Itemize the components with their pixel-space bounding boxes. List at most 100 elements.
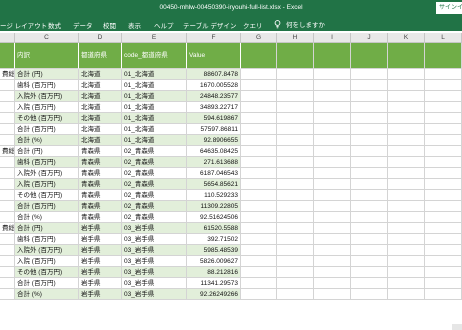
cell-b[interactable] (0, 201, 15, 212)
header-cell-value[interactable]: Value (187, 43, 241, 69)
cell-b[interactable] (0, 113, 15, 124)
cell-f[interactable]: 5826.009627 (187, 256, 241, 267)
empty-cell[interactable] (314, 135, 351, 146)
empty-cell[interactable] (314, 69, 351, 80)
empty-cell[interactable] (241, 168, 277, 179)
cell-e[interactable]: 02_青森県 (122, 212, 187, 223)
empty-cell[interactable] (277, 146, 314, 157)
empty-cell[interactable] (351, 190, 388, 201)
cell-e[interactable]: 02_青森県 (122, 146, 187, 157)
tab-formulas[interactable]: 数式 (48, 20, 61, 30)
empty-cell[interactable] (388, 201, 425, 212)
cell-c[interactable]: 入院 (百万円) (15, 179, 79, 190)
cell-c[interactable]: 歯科 (百万円) (15, 157, 79, 168)
tab-table-design[interactable]: テーブル デザイン (183, 20, 236, 30)
cell-e[interactable]: 02_青森県 (122, 190, 187, 201)
empty-cell[interactable] (388, 168, 425, 179)
cell-d[interactable]: 青森県 (79, 168, 122, 179)
empty-cell[interactable] (314, 146, 351, 157)
cell-e[interactable]: 01_北海道 (122, 91, 187, 102)
empty-cell[interactable] (425, 267, 462, 278)
empty-cell[interactable] (388, 179, 425, 190)
cell-b[interactable] (0, 212, 15, 223)
empty-cell[interactable] (241, 102, 277, 113)
empty-cell[interactable] (425, 157, 462, 168)
empty-cell[interactable] (314, 168, 351, 179)
empty-cell[interactable] (425, 278, 462, 289)
empty-cell[interactable] (277, 69, 314, 80)
cell-f[interactable]: 5985.48539 (187, 245, 241, 256)
empty-cell[interactable] (425, 91, 462, 102)
cell-d[interactable]: 北海道 (79, 135, 122, 146)
empty-cell[interactable] (425, 256, 462, 267)
empty-cell[interactable] (314, 80, 351, 91)
cell-c[interactable]: 入院外 (百万円) (15, 168, 79, 179)
cell-j-header[interactable] (351, 43, 388, 69)
column-header-d[interactable]: D (79, 33, 122, 43)
cell-c[interactable]: その他 (百万円) (15, 113, 79, 124)
empty-cell[interactable] (314, 234, 351, 245)
empty-cell[interactable] (241, 146, 277, 157)
empty-cell[interactable] (388, 113, 425, 124)
empty-cell[interactable] (241, 234, 277, 245)
cell-f[interactable]: 271.613688 (187, 157, 241, 168)
worksheet-grid[interactable]: 内訳 都道府県 code_都道府県 Value 費総 合計 (円) 北海道 01_北海… (0, 43, 462, 330)
cell-b[interactable]: 費総 (0, 146, 15, 157)
cell-c[interactable]: 歯科 (百万円) (15, 80, 79, 91)
cell-f[interactable]: 110.529233 (187, 190, 241, 201)
cell-e[interactable]: 01_北海道 (122, 102, 187, 113)
cell-e[interactable]: 01_北海道 (122, 69, 187, 80)
tab-page-layout[interactable]: ージ レイアウト (0, 20, 47, 30)
cell-c[interactable]: 合計 (%) (15, 212, 79, 223)
empty-cell[interactable] (388, 157, 425, 168)
cell-f[interactable]: 11309.22805 (187, 201, 241, 212)
cell-f[interactable]: 88.212816 (187, 267, 241, 278)
cell-b[interactable] (0, 267, 15, 278)
tell-me-box[interactable]: 何をしますか (274, 19, 325, 29)
empty-cell[interactable] (388, 256, 425, 267)
empty-cell[interactable] (425, 102, 462, 113)
empty-cell[interactable] (241, 245, 277, 256)
header-cell-prefecture[interactable]: 都道府県 (79, 43, 122, 69)
empty-cell[interactable] (277, 190, 314, 201)
cell-e[interactable]: 01_北海道 (122, 124, 187, 135)
empty-cell[interactable] (277, 212, 314, 223)
empty-cell[interactable] (425, 289, 462, 300)
empty-cell[interactable] (277, 91, 314, 102)
empty-cell[interactable] (314, 267, 351, 278)
empty-cell[interactable] (277, 289, 314, 300)
cell-b[interactable] (0, 190, 15, 201)
empty-cell[interactable] (241, 80, 277, 91)
cell-b[interactable] (0, 80, 15, 91)
empty-cell[interactable] (277, 80, 314, 91)
empty-cell[interactable] (351, 157, 388, 168)
cell-h-header[interactable] (277, 43, 314, 69)
cell-f[interactable]: 34893.22717 (187, 102, 241, 113)
cell-f[interactable]: 11341.29573 (187, 278, 241, 289)
column-header-k[interactable]: K (388, 33, 425, 43)
empty-cell[interactable] (351, 146, 388, 157)
empty-cell[interactable] (277, 223, 314, 234)
empty-cell[interactable] (277, 135, 314, 146)
cell-d[interactable]: 岩手県 (79, 267, 122, 278)
cell-f[interactable]: 24848.23577 (187, 91, 241, 102)
cell-c[interactable]: 合計 (円) (15, 146, 79, 157)
empty-cell[interactable] (314, 289, 351, 300)
empty-cell[interactable] (277, 102, 314, 113)
cell-c[interactable]: 入院 (百万円) (15, 102, 79, 113)
empty-cell[interactable] (241, 69, 277, 80)
cell-d[interactable]: 北海道 (79, 80, 122, 91)
cell-d[interactable]: 北海道 (79, 124, 122, 135)
empty-cell[interactable] (241, 289, 277, 300)
empty-cell[interactable] (351, 267, 388, 278)
empty-cell[interactable] (351, 135, 388, 146)
cell-e[interactable]: 03_岩手県 (122, 223, 187, 234)
empty-cell[interactable] (277, 113, 314, 124)
cell-k-header[interactable] (388, 43, 425, 69)
scrollbar-corner[interactable] (452, 324, 462, 330)
empty-cell[interactable] (388, 245, 425, 256)
cell-f[interactable]: 5654.85621 (187, 179, 241, 190)
empty-cell[interactable] (425, 168, 462, 179)
empty-cell[interactable] (351, 179, 388, 190)
empty-cell[interactable] (314, 212, 351, 223)
